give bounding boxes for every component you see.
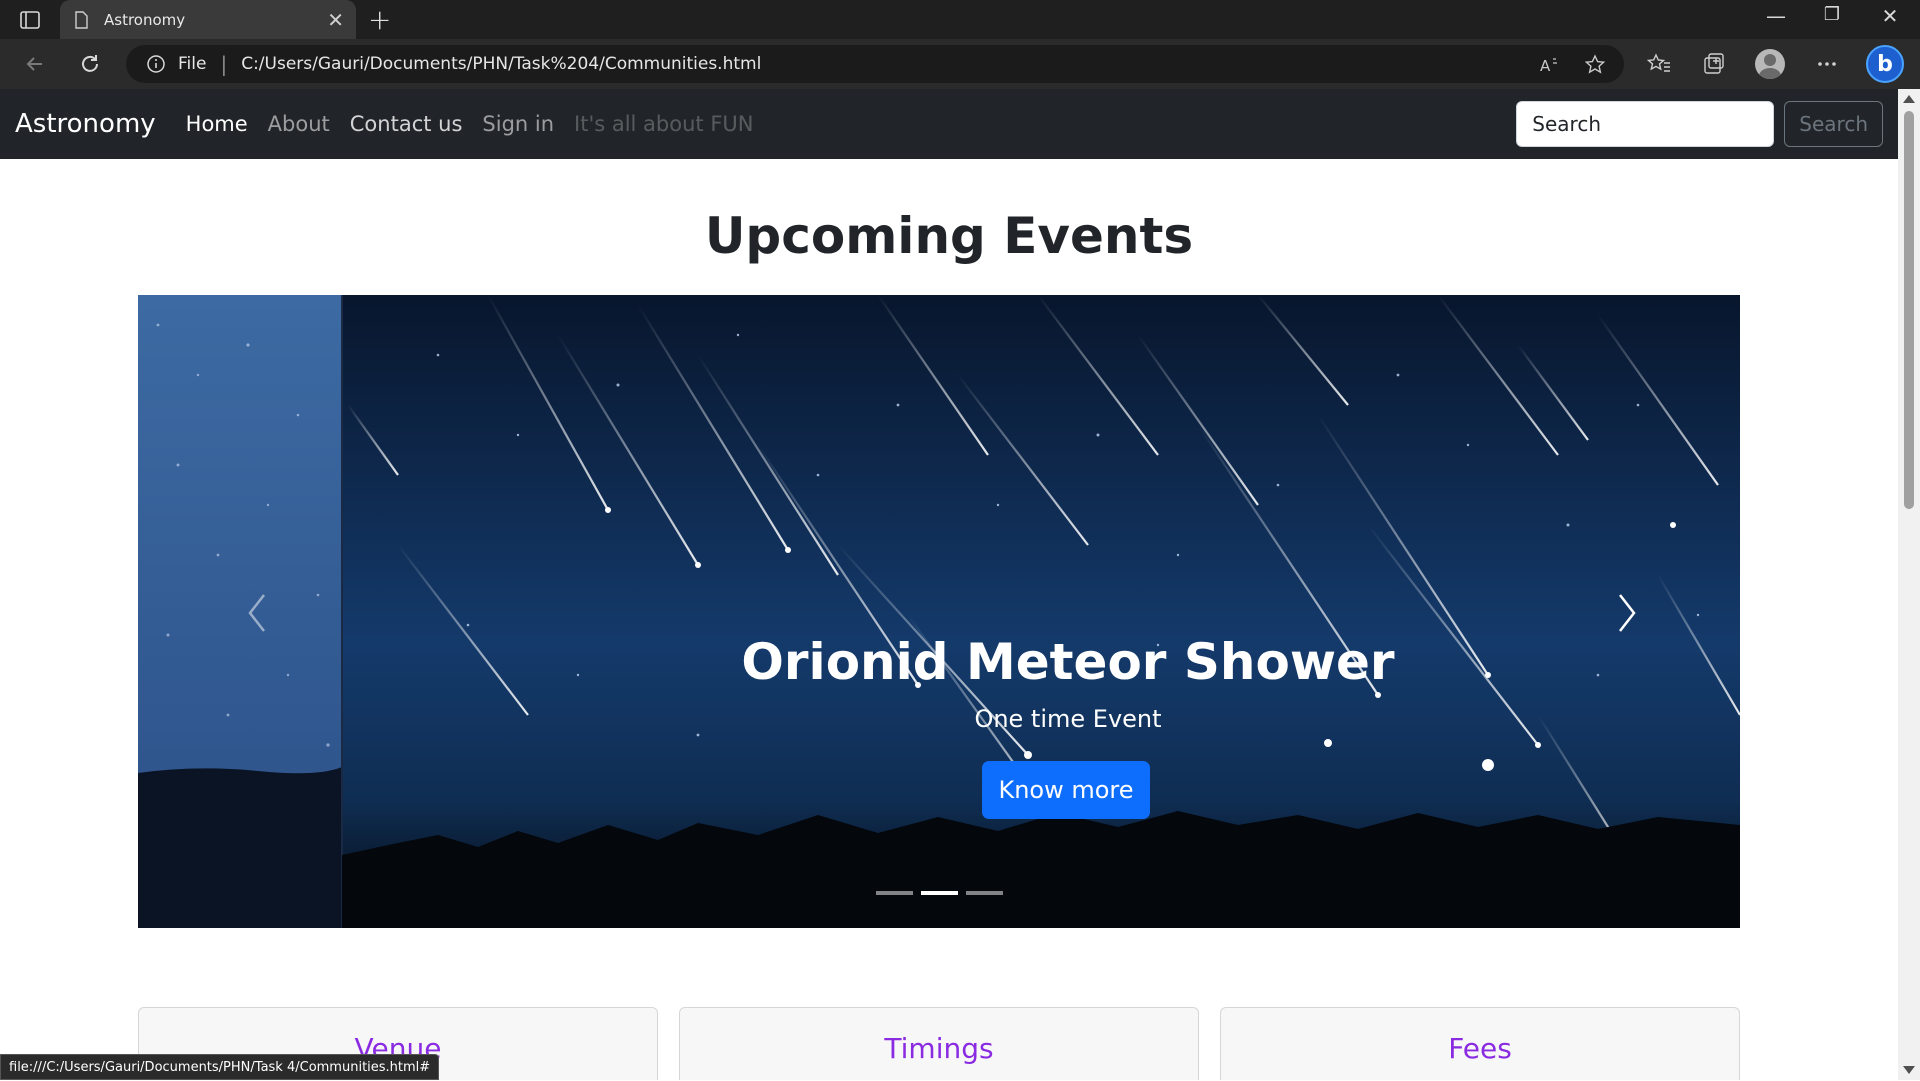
restore-icon[interactable]: ❐ [1812,4,1852,25]
search-form: Search [1516,101,1883,147]
site-brand[interactable]: Astronomy [15,109,156,139]
nav-link-sign-in[interactable]: Sign in [482,112,554,136]
site-info-icon[interactable] [146,54,166,74]
new-tab-icon[interactable]: + [368,6,391,34]
carousel-caption: Orionid Meteor Shower One time Event Kno… [138,295,1740,928]
minimize-icon[interactable]: — [1756,4,1796,28]
carousel-indicator-2[interactable] [920,891,958,895]
event-subtitle: One time Event [974,705,1162,733]
add-favorite-icon[interactable] [1584,54,1606,76]
carousel-prev-icon[interactable] [238,591,278,635]
nav-link-fun: It's all about FUN [574,112,754,136]
nav-link-about[interactable]: About [268,112,330,136]
page-title: Upcoming Events [704,207,1194,265]
more-options-icon[interactable] [1814,51,1840,77]
nav-link-home[interactable]: Home [186,112,248,136]
scroll-up-icon[interactable] [1903,95,1915,103]
link-status-bar: file:///C:/Users/Gauri/Documents/PHN/Tas… [0,1054,440,1080]
events-carousel: Orionid Meteor Shower One time Event Kno… [138,295,1740,928]
card-timings: Timings [679,1007,1199,1080]
page-viewport: Astronomy Home About Contact us Sign in … [0,89,1898,1080]
event-title: Orionid Meteor Shower [741,633,1395,691]
search-button[interactable]: Search [1784,101,1883,147]
profile-avatar[interactable] [1755,49,1785,79]
favorites-icon[interactable] [1646,51,1672,77]
page-icon [75,10,88,29]
nav-link-contact[interactable]: Contact us [350,112,463,136]
tab-title: Astronomy [104,10,186,29]
reload-icon[interactable] [77,51,103,77]
bing-copilot-icon[interactable]: b [1866,45,1904,83]
scrollbar-thumb[interactable] [1904,111,1914,509]
url-text[interactable]: C:/Users/Gauri/Documents/PHN/Task%204/Co… [241,54,761,74]
close-tab-icon[interactable]: ✕ [327,10,344,30]
carousel-indicators [138,891,1740,895]
carousel-next-icon[interactable] [1606,591,1646,635]
browser-address-bar: File | C:/Users/Gauri/Documents/PHN/Task… [0,39,1920,89]
collections-icon[interactable] [1700,51,1726,77]
url-separator: | [220,52,228,76]
browser-tab-bar: Astronomy ✕ + — ❐ ✕ [0,0,1920,39]
carousel-indicator-3[interactable] [965,891,1003,895]
url-field[interactable]: File | C:/Users/Gauri/Documents/PHN/Task… [126,45,1624,83]
file-label: File [178,54,207,74]
card-fees: Fees [1220,1007,1740,1080]
know-more-button[interactable]: Know more [982,761,1150,819]
read-aloud-icon[interactable]: A [1538,54,1560,76]
carousel-indicator-1[interactable] [875,891,913,895]
site-navbar: Astronomy Home About Contact us Sign in … [0,89,1898,159]
browser-tab[interactable]: Astronomy ✕ [60,0,356,39]
back-icon[interactable] [22,51,48,77]
page-scrollbar[interactable] [1898,89,1920,1080]
tab-actions-icon[interactable] [18,8,42,32]
close-window-icon[interactable]: ✕ [1870,4,1910,28]
svg-text:A: A [1540,57,1551,75]
scroll-down-icon[interactable] [1903,1066,1915,1074]
search-input[interactable] [1516,101,1775,147]
